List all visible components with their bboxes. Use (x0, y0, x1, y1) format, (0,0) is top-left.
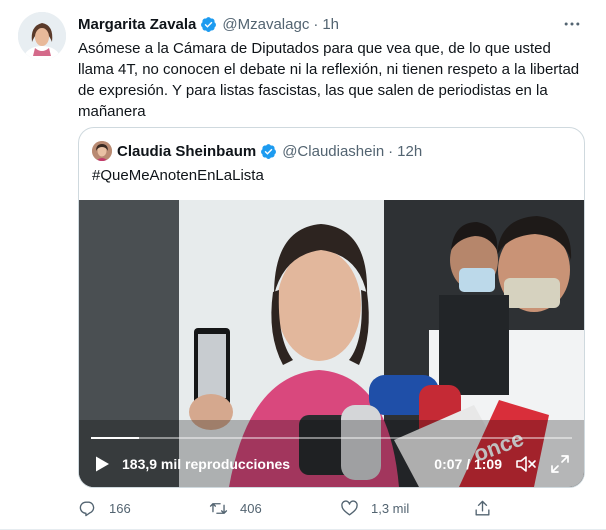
separator-dot: · (388, 142, 394, 160)
mute-icon[interactable] (515, 454, 537, 474)
author-name[interactable]: Margarita Zavala (78, 16, 196, 33)
reply-button[interactable]: 166 (78, 496, 131, 520)
quoted-author-avatar (92, 141, 112, 161)
tweet-actions: 166 406 1,3 mil (78, 496, 583, 520)
quoted-author-name: Claudia Sheinbaum (117, 142, 257, 160)
reply-count: 166 (109, 500, 131, 516)
tweet-time[interactable]: 1h (322, 16, 339, 33)
like-count: 1,3 mil (371, 500, 410, 516)
tweet-header: Margarita Zavala @Mzavalagc · 1h (78, 14, 339, 34)
retweet-button[interactable]: 406 (209, 496, 262, 520)
retweet-icon (209, 502, 228, 514)
fullscreen-icon[interactable] (550, 454, 570, 474)
video-player[interactable]: once 183,9 mil reproducciones 0:07 / 1:0… (79, 200, 584, 487)
quoted-tweet-text: #QueMeAnotenEnLaLista (92, 167, 264, 184)
video-view-count: 183,9 mil reproducciones (122, 456, 291, 472)
share-icon (475, 500, 490, 516)
quoted-tweet[interactable]: Claudia Sheinbaum @Claudiashein · 12h #Q… (78, 127, 585, 488)
retweet-count: 406 (240, 500, 262, 516)
tweet-text: Asómese a la Cámara de Diputados para qu… (78, 40, 580, 120)
quoted-tweet-header: Claudia Sheinbaum @Claudiashein · 12h (92, 141, 422, 161)
video-controls: 183,9 mil reproducciones 0:07 / 1:09 (79, 433, 584, 487)
quoted-author-handle: @Claudiashein (282, 142, 385, 160)
more-icon[interactable] (560, 12, 584, 36)
verified-badge-icon (201, 16, 217, 32)
tweet-card[interactable]: Margarita Zavala @Mzavalagc · 1h Asómese… (0, 0, 606, 530)
author-avatar[interactable] (18, 12, 66, 60)
play-icon[interactable] (93, 455, 111, 473)
video-progress-fill (91, 437, 140, 439)
quoted-tweet-time: 12h (397, 142, 423, 160)
like-button[interactable]: 1,3 mil (340, 496, 409, 520)
reply-icon (79, 500, 95, 516)
separator-dot: · (313, 15, 319, 33)
author-handle[interactable]: @Mzavalagc (222, 16, 309, 33)
video-timecode: 0:07 / 1:09 (434, 456, 502, 472)
share-button[interactable] (473, 496, 504, 520)
video-progress-bar[interactable] (91, 437, 572, 439)
verified-badge-icon (261, 143, 277, 159)
like-icon (341, 499, 358, 516)
